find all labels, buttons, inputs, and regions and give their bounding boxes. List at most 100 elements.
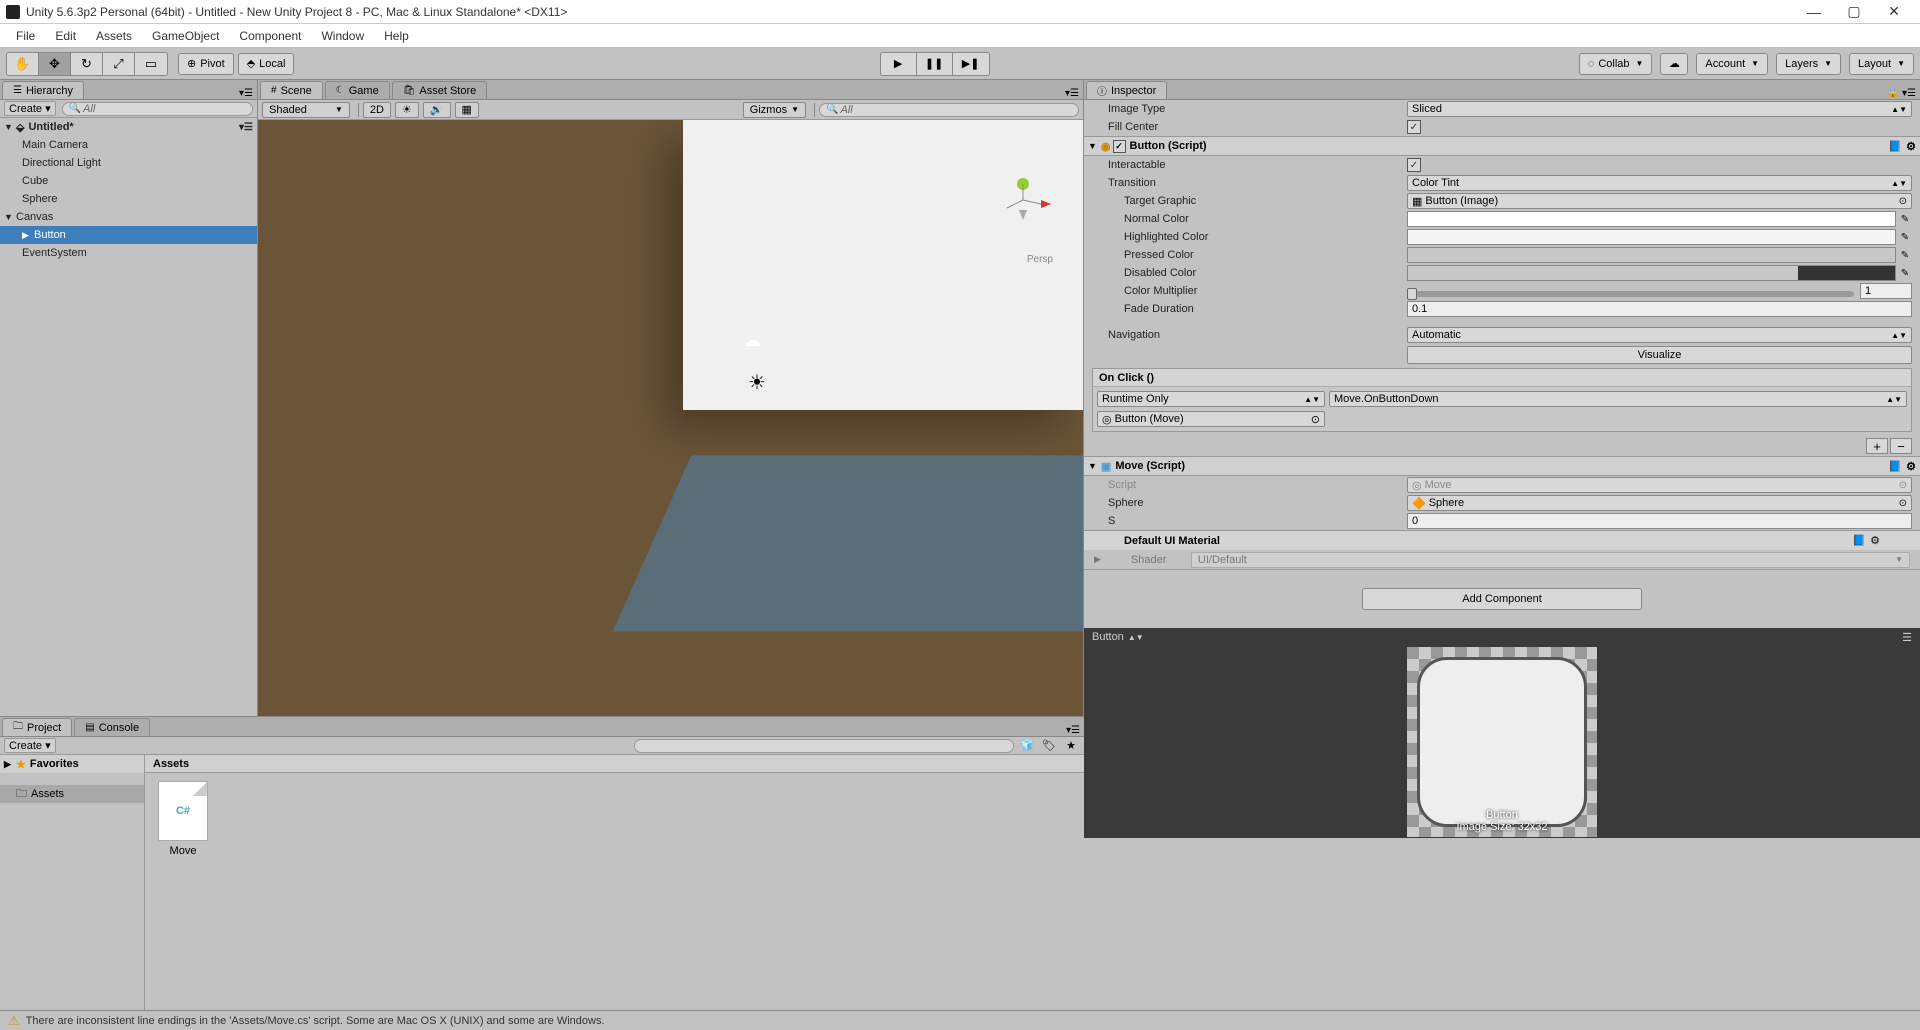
menu-gameobject[interactable]: GameObject bbox=[142, 29, 229, 43]
move-component-header[interactable]: ▼▣Move (Script)📘⚙ bbox=[1084, 456, 1920, 476]
preview-header[interactable]: Button ▲▼☰ bbox=[1084, 628, 1920, 646]
hierarchy-item-eventsystem[interactable]: EventSystem bbox=[0, 244, 257, 262]
shading-mode[interactable]: Shaded▼ bbox=[262, 102, 350, 118]
menu-help[interactable]: Help bbox=[374, 29, 419, 43]
pause-button[interactable]: ❚❚ bbox=[917, 53, 953, 75]
hierarchy-item-light[interactable]: Directional Light bbox=[0, 154, 257, 172]
scene-light-toggle[interactable]: ☀ bbox=[395, 102, 419, 118]
inspector-panel-menu[interactable]: 🔒 ▾☰ bbox=[1887, 88, 1920, 99]
fade-dur-field[interactable]: 0.1 bbox=[1407, 301, 1912, 317]
project-tab[interactable]: 🗀Project bbox=[2, 718, 72, 736]
handle-pivot[interactable]: ⊕ Pivot bbox=[178, 53, 234, 75]
game-tab[interactable]: ☾Game bbox=[325, 81, 390, 99]
panel-menu-icon[interactable]: ▾☰ bbox=[239, 88, 257, 99]
rect-tool[interactable]: ▭ bbox=[135, 53, 167, 75]
color-mult-value[interactable]: 1 bbox=[1860, 283, 1912, 299]
play-button[interactable]: ▶ bbox=[881, 53, 917, 75]
step-button[interactable]: ▶❚ bbox=[953, 53, 989, 75]
label-filter-icon[interactable]: 🏷 bbox=[1040, 738, 1058, 754]
script-field[interactable]: ◎ Move⊙ bbox=[1407, 477, 1912, 493]
scene-panel-menu[interactable]: ▾☰ bbox=[1065, 88, 1083, 99]
interactable-checkbox[interactable]: ✓ bbox=[1407, 158, 1421, 172]
hierarchy-item-sphere[interactable]: Sphere bbox=[0, 190, 257, 208]
hand-tool[interactable]: ✋ bbox=[7, 53, 39, 75]
scene-row[interactable]: ▼⬙Untitled*▾☰ bbox=[0, 118, 257, 136]
color-mult-slider[interactable] bbox=[1407, 291, 1854, 297]
mode-2d[interactable]: 2D bbox=[363, 102, 391, 118]
project-path[interactable]: Assets bbox=[145, 755, 1084, 773]
asset-store-tab[interactable]: 🛍Asset Store bbox=[392, 81, 488, 99]
material-header[interactable]: Default UI Material📘⚙ bbox=[1084, 530, 1920, 550]
help-icon[interactable]: 📘 bbox=[1852, 534, 1866, 547]
onclick-remove-button[interactable]: − bbox=[1890, 438, 1912, 454]
scale-tool[interactable]: ⤢ bbox=[103, 53, 135, 75]
gizmos-dropdown[interactable]: Gizmos▼ bbox=[743, 102, 806, 118]
eyedropper-icon[interactable]: ✎ bbox=[1898, 229, 1912, 245]
scene-search[interactable]: 🔍All bbox=[819, 103, 1079, 117]
maximize-button[interactable]: ▢ bbox=[1834, 0, 1874, 24]
eyedropper-icon[interactable]: ✎ bbox=[1898, 247, 1912, 263]
projection-label[interactable]: Persp bbox=[1027, 254, 1053, 265]
scene-fx-toggle[interactable]: ▦ bbox=[455, 102, 479, 118]
transition-field[interactable]: Color Tint▲▼ bbox=[1407, 175, 1912, 191]
menu-edit[interactable]: Edit bbox=[45, 29, 86, 43]
disabled-color-field[interactable] bbox=[1407, 265, 1896, 281]
status-bar[interactable]: ⚠ There are inconsistent line endings in… bbox=[0, 1010, 1920, 1030]
console-tab[interactable]: ▤Console bbox=[74, 718, 150, 736]
onclick-add-button[interactable]: + bbox=[1866, 438, 1888, 454]
project-item-move[interactable]: C# Move bbox=[153, 781, 213, 857]
account-dropdown[interactable]: Account▼ bbox=[1696, 53, 1768, 75]
fill-center-checkbox[interactable]: ✓ bbox=[1407, 120, 1421, 134]
add-component-button[interactable]: Add Component bbox=[1362, 588, 1642, 610]
menu-component[interactable]: Component bbox=[229, 29, 311, 43]
move-tool[interactable]: ✥ bbox=[39, 53, 71, 75]
shader-field[interactable]: UI/Default▼ bbox=[1191, 552, 1910, 568]
hierarchy-create[interactable]: Create ▾ bbox=[4, 101, 56, 116]
scene-viewport[interactable]: ☁ ☀ Persp bbox=[258, 120, 1083, 716]
onclick-runstate[interactable]: Runtime Only▲▼ bbox=[1097, 391, 1325, 407]
onclick-target[interactable]: ◎ Button (Move)⊙ bbox=[1097, 411, 1325, 427]
gear-icon[interactable]: ⚙ bbox=[1870, 534, 1880, 547]
visualize-button[interactable]: Visualize bbox=[1407, 346, 1912, 364]
hierarchy-search[interactable]: 🔍All bbox=[62, 102, 253, 116]
close-button[interactable]: ✕ bbox=[1874, 0, 1914, 24]
layout-dropdown[interactable]: Layout▼ bbox=[1849, 53, 1914, 75]
target-graphic-field[interactable]: ▦ Button (Image)⊙ bbox=[1407, 193, 1912, 209]
filter-icon[interactable]: 🧊 bbox=[1018, 738, 1036, 754]
assets-folder[interactable]: 🗀Assets bbox=[0, 785, 144, 803]
star-icon[interactable]: ★ bbox=[1062, 738, 1080, 754]
project-create[interactable]: Create ▾ bbox=[4, 738, 56, 753]
button-component-header[interactable]: ▼◉✓Button (Script)📘⚙ bbox=[1084, 136, 1920, 156]
menu-window[interactable]: Window bbox=[311, 29, 374, 43]
scene-gizmo[interactable] bbox=[993, 170, 1053, 230]
help-icon[interactable]: 📘 bbox=[1888, 140, 1902, 153]
help-icon[interactable]: 📘 bbox=[1888, 460, 1902, 473]
menu-file[interactable]: File bbox=[6, 29, 45, 43]
collab-dropdown[interactable]: ◌ Collab▼ bbox=[1579, 53, 1653, 75]
minimize-button[interactable]: — bbox=[1794, 0, 1834, 24]
menu-assets[interactable]: Assets bbox=[86, 29, 142, 43]
hierarchy-tab[interactable]: ☰Hierarchy bbox=[2, 81, 84, 99]
handle-local[interactable]: ⬘ Local bbox=[238, 53, 295, 75]
hierarchy-item-camera[interactable]: Main Camera bbox=[0, 136, 257, 154]
scene-audio-toggle[interactable]: 🔊 bbox=[423, 102, 451, 118]
hierarchy-item-cube[interactable]: Cube bbox=[0, 172, 257, 190]
gear-icon[interactable]: ⚙ bbox=[1906, 140, 1916, 153]
cloud-button[interactable]: ☁ bbox=[1660, 53, 1688, 75]
project-panel-menu[interactable]: ▾☰ bbox=[1066, 725, 1084, 736]
favorites-header[interactable]: ▶★Favorites bbox=[0, 755, 144, 773]
normal-color-field[interactable] bbox=[1407, 211, 1896, 227]
gear-icon[interactable]: ⚙ bbox=[1906, 460, 1916, 473]
project-search[interactable] bbox=[634, 739, 1014, 753]
image-type-field[interactable]: Sliced▲▼ bbox=[1407, 101, 1912, 117]
hierarchy-item-canvas[interactable]: ▼Canvas bbox=[0, 208, 257, 226]
sphere-field[interactable]: 🔶 Sphere⊙ bbox=[1407, 495, 1912, 511]
rotate-tool[interactable]: ↻ bbox=[71, 53, 103, 75]
pressed-color-field[interactable] bbox=[1407, 247, 1896, 263]
hierarchy-item-button[interactable]: ▶Button bbox=[0, 226, 257, 244]
layers-dropdown[interactable]: Layers▼ bbox=[1776, 53, 1841, 75]
scene-tab[interactable]: #Scene bbox=[260, 81, 323, 99]
onclick-function[interactable]: Move.OnButtonDown▲▼ bbox=[1329, 391, 1907, 407]
eyedropper-icon[interactable]: ✎ bbox=[1898, 211, 1912, 227]
highlighted-color-field[interactable] bbox=[1407, 229, 1896, 245]
